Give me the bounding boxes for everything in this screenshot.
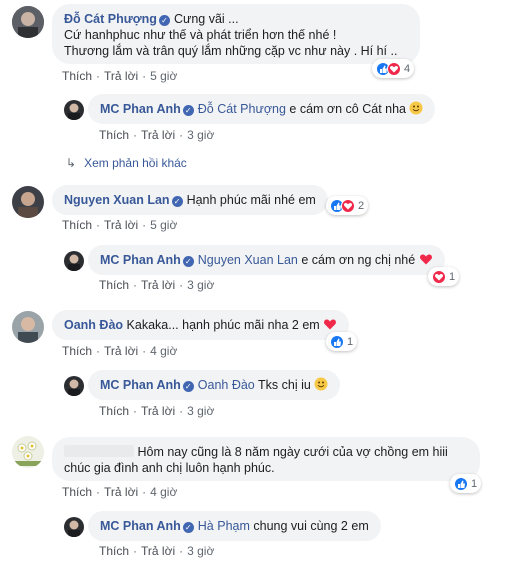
comment-text: Tks chị iu bbox=[258, 378, 311, 392]
like-reaction-icon bbox=[330, 334, 344, 349]
reaction-count: 1 bbox=[449, 270, 456, 283]
comment-author[interactable]: Đỗ Cát Phượng bbox=[64, 12, 157, 26]
reply-arrow-icon: ↳ bbox=[66, 156, 77, 170]
reaction-summary[interactable]: 2 bbox=[326, 196, 369, 215]
timestamp[interactable]: 3 giờ bbox=[187, 544, 214, 558]
timestamp[interactable]: 5 giờ bbox=[150, 218, 177, 232]
comment-text: e cám ơn ng chị nhé bbox=[301, 253, 416, 267]
reply-button[interactable]: Trả lời bbox=[104, 344, 138, 358]
reply-button[interactable]: Trả lời bbox=[141, 128, 175, 142]
avatar[interactable] bbox=[64, 251, 84, 271]
avatar[interactable] bbox=[12, 6, 44, 38]
comment-text: e cám ơn cô Cát nha bbox=[289, 102, 406, 116]
comment-actions: Thích · Trả lời · 3 giờ bbox=[99, 404, 215, 418]
hidden-author bbox=[64, 445, 134, 457]
like-button[interactable]: Thích bbox=[99, 544, 129, 558]
comment-text: chúc gia đình anh chị luôn hạnh phúc. bbox=[64, 461, 275, 475]
mention-link[interactable]: Oanh Đào bbox=[198, 378, 255, 392]
avatar[interactable] bbox=[12, 311, 44, 343]
love-reaction-icon bbox=[432, 269, 446, 284]
comment-author[interactable]: MC Phan Anh bbox=[100, 253, 181, 267]
reply-button[interactable]: Trả lời bbox=[141, 544, 175, 558]
comment-text: Cưng vãi ... bbox=[173, 12, 239, 26]
verified-icon: ✓ bbox=[182, 256, 194, 267]
comment-actions: Thích · Trả lời · 4 giờ bbox=[62, 344, 178, 358]
like-button[interactable]: Thích bbox=[62, 69, 92, 83]
comment-bubble: Đỗ Cát Phượng ✓ Cưng vãi ... Cứ hanhphuc n… bbox=[52, 4, 420, 64]
reply-button[interactable]: Trả lời bbox=[141, 278, 175, 292]
avatar[interactable] bbox=[12, 186, 44, 218]
comment-text: Hạnh phúc mãi nhé em bbox=[186, 193, 316, 207]
verified-icon: ✓ bbox=[182, 522, 194, 533]
timestamp[interactable]: 5 giờ bbox=[150, 69, 177, 83]
reaction-summary[interactable]: 1 bbox=[428, 267, 460, 286]
mention-link[interactable]: Đỗ Cát Phượng bbox=[198, 102, 286, 116]
avatar[interactable] bbox=[64, 517, 84, 537]
timestamp[interactable]: 3 giờ bbox=[187, 404, 214, 418]
comment-bubble: MC Phan Anh ✓ Hà Phạm chung vui cùng 2 em bbox=[88, 511, 381, 541]
reaction-count: 2 bbox=[358, 199, 365, 212]
comment-text: chung vui cùng 2 em bbox=[253, 519, 369, 533]
comment-actions: Thích · Trả lời · 3 giờ bbox=[99, 544, 215, 558]
comment-author[interactable]: Oanh Đào bbox=[64, 318, 123, 332]
comment-actions: Thích · Trả lời · 5 giờ bbox=[62, 218, 178, 232]
comment-author[interactable]: Nguyen Xuan Lan bbox=[64, 193, 170, 207]
comment-author[interactable]: MC Phan Anh bbox=[100, 102, 181, 116]
reply-button[interactable]: Trả lời bbox=[104, 218, 138, 232]
timestamp[interactable]: 3 giờ bbox=[187, 278, 214, 292]
comment-bubble: MC Phan Anh ✓ Đỗ Cát Phượng e cám ơn cô Cá… bbox=[88, 94, 436, 124]
comment-actions: Thích · Trả lời · 3 giờ bbox=[99, 278, 215, 292]
mention-link[interactable]: Nguyen Xuan Lan bbox=[198, 253, 298, 267]
mention-link[interactable]: Hà Phạm bbox=[198, 519, 250, 533]
verified-icon: ✓ bbox=[182, 105, 194, 116]
comment-bubble: MC Phan Anh ✓ Oanh Đào Tks chị iu bbox=[88, 370, 341, 400]
comment-text: Thương lắm và trân quý lắm những cặp vc … bbox=[64, 44, 398, 58]
like-button[interactable]: Thích bbox=[99, 128, 129, 142]
love-reaction-icon bbox=[387, 61, 401, 76]
reaction-count: 1 bbox=[471, 477, 478, 490]
reply-button[interactable]: Trả lời bbox=[104, 69, 138, 83]
like-reaction-icon bbox=[454, 476, 468, 491]
avatar[interactable] bbox=[12, 436, 44, 468]
avatar[interactable] bbox=[64, 100, 84, 120]
verified-icon: ✓ bbox=[158, 15, 170, 26]
like-button[interactable]: Thích bbox=[99, 404, 129, 418]
comment-text: Hôm nay cũng là 8 năm ngày cưới của vợ c… bbox=[137, 445, 448, 459]
heart-emoji-icon bbox=[323, 317, 337, 331]
reaction-count: 1 bbox=[347, 335, 354, 348]
more-replies-label: Xem phản hồi khác bbox=[84, 156, 187, 170]
like-button[interactable]: Thích bbox=[99, 278, 129, 292]
comment-bubble: MC Phan Anh ✓ Nguyen Xuan Lan e cám ơn ng … bbox=[88, 245, 445, 275]
reaction-summary[interactable]: 4 bbox=[372, 59, 415, 78]
love-reaction-icon bbox=[341, 198, 355, 213]
smile-emoji-icon bbox=[409, 101, 423, 115]
reply-button[interactable]: Trả lời bbox=[104, 485, 138, 499]
comment-author[interactable]: MC Phan Anh bbox=[100, 378, 181, 392]
reaction-count: 4 bbox=[404, 62, 411, 75]
comment-bubble: Hôm nay cũng là 8 năm ngày cưới của vợ c… bbox=[52, 437, 480, 481]
more-replies-link[interactable]: ↳ Xem phản hồi khác bbox=[66, 156, 187, 170]
comment-bubble: Oanh Đào Kakaka... hạnh phúc mãi nha 2 e… bbox=[52, 310, 350, 340]
comment-author[interactable]: MC Phan Anh bbox=[100, 519, 181, 533]
comment-text: Cứ hanhphuc như thế và phát triển hơn th… bbox=[64, 28, 337, 42]
verified-icon: ✓ bbox=[171, 196, 183, 207]
heart-emoji-icon bbox=[419, 252, 433, 266]
comment-bubble: Nguyen Xuan Lan ✓ Hạnh phúc mãi nhé em bbox=[52, 185, 328, 215]
smile-emoji-icon bbox=[314, 377, 328, 391]
timestamp[interactable]: 3 giờ bbox=[187, 128, 214, 142]
comment-text: Kakaka... hạnh phúc mãi nha 2 em bbox=[126, 318, 320, 332]
timestamp[interactable]: 4 giờ bbox=[150, 344, 177, 358]
timestamp[interactable]: 4 giờ bbox=[150, 485, 177, 499]
comment-actions: Thích · Trả lời · 3 giờ bbox=[99, 128, 215, 142]
like-button[interactable]: Thích bbox=[62, 218, 92, 232]
like-button[interactable]: Thích bbox=[62, 344, 92, 358]
reaction-summary[interactable]: 1 bbox=[450, 474, 482, 493]
comment-actions: Thích · Trả lời · 4 giờ bbox=[62, 485, 178, 499]
comment-actions: Thích · Trả lời · 5 giờ bbox=[62, 69, 178, 83]
avatar[interactable] bbox=[64, 376, 84, 396]
verified-icon: ✓ bbox=[182, 381, 194, 392]
reply-button[interactable]: Trả lời bbox=[141, 404, 175, 418]
like-button[interactable]: Thích bbox=[62, 485, 92, 499]
reaction-summary[interactable]: 1 bbox=[326, 332, 358, 351]
